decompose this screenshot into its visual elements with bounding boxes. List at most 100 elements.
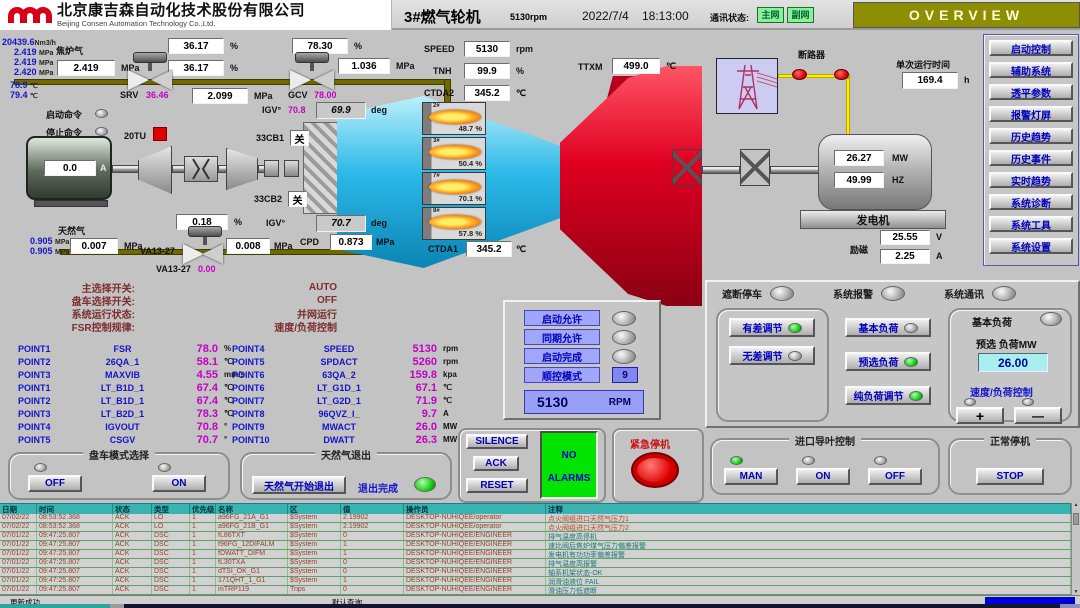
point-id: POINT3 [18, 370, 75, 380]
point-name: LT_B2D_1 [75, 409, 170, 419]
nav-button[interactable]: 透平参数 [989, 84, 1073, 100]
alarm-row[interactable]: 07/02/22 08:53:52.368 ACK LO 1 a96FG_21B… [0, 523, 1071, 532]
panel-header-lamp [770, 286, 794, 301]
alarm-operator: DESKTOP-NUHIQEE/ENGINEER [404, 532, 546, 540]
alarm-value: 0 [341, 568, 404, 576]
alarm-tag: fDWATT_DIFM [216, 550, 288, 558]
panel-header-item: 系统报警 [833, 286, 944, 301]
alarm-scrollbar[interactable]: ▲▼ [1071, 503, 1080, 595]
load-mode-button[interactable]: 基本负荷 [845, 318, 931, 337]
can-percent: 48.7 % [459, 124, 482, 133]
point-value: 67.4 [170, 382, 218, 394]
preselect-load-input[interactable]: 26.00 [978, 353, 1048, 372]
igv-control-item: OFF [868, 456, 922, 485]
droop-button[interactable]: 有差调节 [729, 318, 815, 337]
point-name: LT_G1D_1 [289, 383, 389, 393]
points-table-left: POINT1 FSR 78.0 % POINT2 26QA_1 58.1 ℃ P… [18, 342, 268, 446]
panel-header-item: 系统通讯 [944, 286, 1055, 301]
igv-control-title: 进口导叶控制 [789, 433, 861, 448]
raise-load-button[interactable]: + [956, 407, 1004, 424]
20tu-label: 20TU [124, 131, 146, 141]
nav-button[interactable]: 系统诊断 [989, 194, 1073, 210]
igv-control-button[interactable]: ON [796, 468, 850, 485]
nav-button[interactable]: 报警灯屏 [989, 106, 1073, 122]
alarm-priority: 1 [190, 559, 216, 567]
nav-button[interactable]: 系统工具 [989, 216, 1073, 232]
alarm-col-area: 区 [288, 504, 341, 514]
igv-control-button[interactable]: OFF [868, 468, 922, 485]
scrollbar-thumb[interactable] [1073, 513, 1079, 525]
silence-button[interactable]: SILENCE [466, 434, 528, 449]
emergency-stop-button[interactable] [631, 452, 679, 488]
turning-gear-item: ON [152, 463, 206, 492]
motor-current-unit: A [100, 163, 107, 173]
igv-control-button[interactable]: MAN [724, 468, 778, 485]
alarm-operator: DESKTOP-NUHIQEE/ENGINEER [404, 550, 546, 558]
alarm-table-body: 07/02/22 08:53:52.368 ACK LO 1 a96FG_21A… [0, 514, 1071, 595]
turning-gear-button[interactable]: OFF [28, 475, 82, 492]
cpd-label: CPD [300, 237, 319, 247]
alarm-row[interactable]: 07/01/22 09:47:25.807 ACK DSC 1 fL86TXT … [0, 532, 1071, 541]
excitation-volt-box: 25.55 [880, 230, 930, 245]
alarm-tag: fL86TXT [216, 532, 288, 540]
droop-button[interactable]: 无差调节 [729, 346, 815, 365]
nav-button[interactable]: 历史事件 [989, 150, 1073, 166]
alarm-row[interactable]: 07/02/22 08:53:52.368 ACK LO 1 a96FG_21A… [0, 514, 1071, 523]
alarm-col-name: 名称 [216, 504, 288, 514]
coke-temp-row: 78.9 ℃ [10, 80, 38, 90]
point-name: CSGV [75, 435, 170, 445]
alarm-priority: 1 [190, 577, 216, 585]
ack-button[interactable]: ACK [473, 456, 519, 471]
igv-control-lamp [730, 456, 743, 465]
nav-button[interactable]: 辅助系统 [989, 62, 1073, 78]
combustor-can: 8# 57.8 % [422, 207, 486, 240]
status-row: FSR控制规律: 速度/负荷控制 [15, 320, 337, 333]
nav-button[interactable]: 实时趋势 [989, 172, 1073, 188]
gen-hz-box: 49.99 [834, 172, 884, 188]
point-row: POINT3 MAXVIB 4.55 mm/s [18, 368, 268, 381]
alarm-row[interactable]: 07/01/22 09:47:25.807 ACK DSC 1 mTRP119 … [0, 586, 1071, 595]
srv-feedback1-box: 36.17 [168, 38, 224, 54]
flame-icon [429, 110, 481, 124]
speed-label: SPEED [424, 44, 455, 54]
normal-stop-button[interactable]: STOP [976, 468, 1044, 485]
can-id: 7# [433, 173, 440, 179]
point-id: POINT5 [18, 435, 75, 445]
nav-button[interactable]: 系统设置 [989, 238, 1073, 254]
turning-gear-button[interactable]: ON [152, 475, 206, 492]
logo-section: 北京康吉森自动化技术股份有限公司 Beijing Consen Automati… [0, 0, 392, 30]
alarm-area: $System [288, 559, 341, 567]
accessory-gear-icon [226, 148, 258, 190]
lower-load-button[interactable]: — [1014, 407, 1062, 424]
runtime-box: 169.4 [902, 72, 958, 89]
load-mode-button[interactable]: 纯负荷调节 [845, 386, 931, 405]
coke-pressures: 2.419 MPa2.419 MPa2.420 MPa [14, 47, 53, 77]
ng-pressure-row: 0.905 MPa [30, 236, 69, 246]
nav-button[interactable]: 历史趋势 [989, 128, 1073, 144]
alarm-priority: 1 [190, 523, 216, 531]
can-percent: 70.1 % [459, 194, 482, 203]
cb1-label: 33CB1 [256, 133, 284, 143]
point-row: POINT3 LT_B2D_1 78.3 ℃ [18, 407, 268, 420]
alarm-row[interactable]: 07/01/22 09:47:25.807 ACK DSC 1 f96FG_12… [0, 541, 1071, 550]
gas-out-start-button[interactable]: 天然气开始退出 [252, 476, 346, 494]
load-mode-button[interactable]: 预选负荷 [845, 352, 931, 371]
alarm-row[interactable]: 07/01/22 09:47:25.807 ACK DSC 1 fL30TXA … [0, 559, 1071, 568]
reset-button[interactable]: RESET [466, 478, 528, 493]
point-value: 9.7 [389, 408, 437, 420]
load-mode-button-lamp [904, 323, 918, 333]
hscroll-thumb[interactable] [0, 604, 110, 608]
gas-out-done-lamp [414, 477, 436, 492]
alarm-tag: 171QHT_1_G1 [216, 577, 288, 585]
alarm-row[interactable]: 07/01/22 09:47:25.807 ACK DSC 1 fDWATT_D… [0, 550, 1071, 559]
point-id: POINT6 [232, 370, 289, 380]
point-id: POINT8 [232, 409, 289, 419]
alarm-row[interactable]: 07/01/22 09:47:25.807 ACK DSC 1 dTSI_OK_… [0, 568, 1071, 577]
motor-base [34, 200, 108, 207]
bearing-block [264, 160, 279, 177]
point-name: SPDACT [289, 357, 389, 367]
point-id: POINT7 [232, 396, 289, 406]
nav-button[interactable]: 启动控制 [989, 40, 1073, 56]
alarm-date: 07/01/22 [0, 577, 37, 585]
alarm-row[interactable]: 07/01/22 09:47:25.807 ACK DSC 1 171QHT_1… [0, 577, 1071, 586]
